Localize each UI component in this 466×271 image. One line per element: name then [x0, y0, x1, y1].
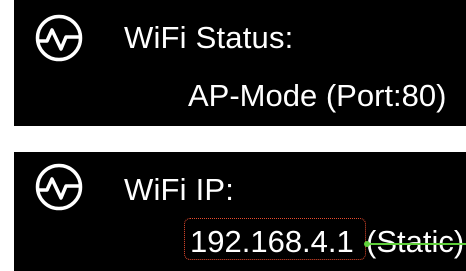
page: WiFi Status: AP-Mode (Port:80) WiFi IP: … [0, 0, 466, 271]
wifi-ip-panel: WiFi IP: 192.168.4.1 (Static) [14, 152, 466, 271]
wifi-ip-value-row: 192.168.4.1 (Static) [184, 218, 466, 262]
static-strikethrough [366, 243, 466, 245]
wifi-status-value: AP-Mode (Port:80) [188, 78, 447, 113]
wifi-ip-label: WiFi IP: [124, 172, 235, 207]
activity-pulse-icon [34, 13, 84, 63]
wifi-status-label: WiFi Status: [124, 20, 294, 55]
strikethrough-dot [364, 241, 370, 247]
activity-pulse-icon [34, 162, 84, 212]
ip-address: 192.168.4.1 [190, 224, 354, 259]
wifi-status-panel: WiFi Status: AP-Mode (Port:80) [14, 0, 466, 126]
ip-mode: (Static) [366, 224, 465, 259]
